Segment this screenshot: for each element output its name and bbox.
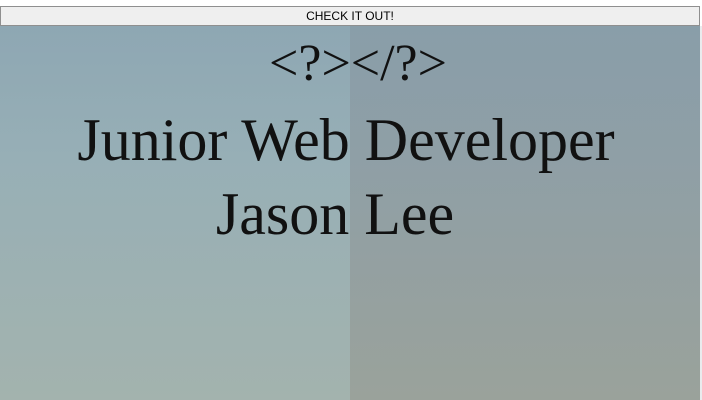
person-name: Jason Lee (215, 181, 455, 247)
check-it-out-button[interactable]: CHECK IT OUT! (0, 6, 700, 26)
hero-section: <?></?> Junior Web Developer Jason Lee (0, 26, 702, 400)
page: CHECK IT OUT! <?></?> Junior Web Develop… (0, 0, 702, 400)
code-tag-logo: <?></?> (269, 35, 447, 92)
job-title: Junior Web Developer (77, 107, 615, 173)
